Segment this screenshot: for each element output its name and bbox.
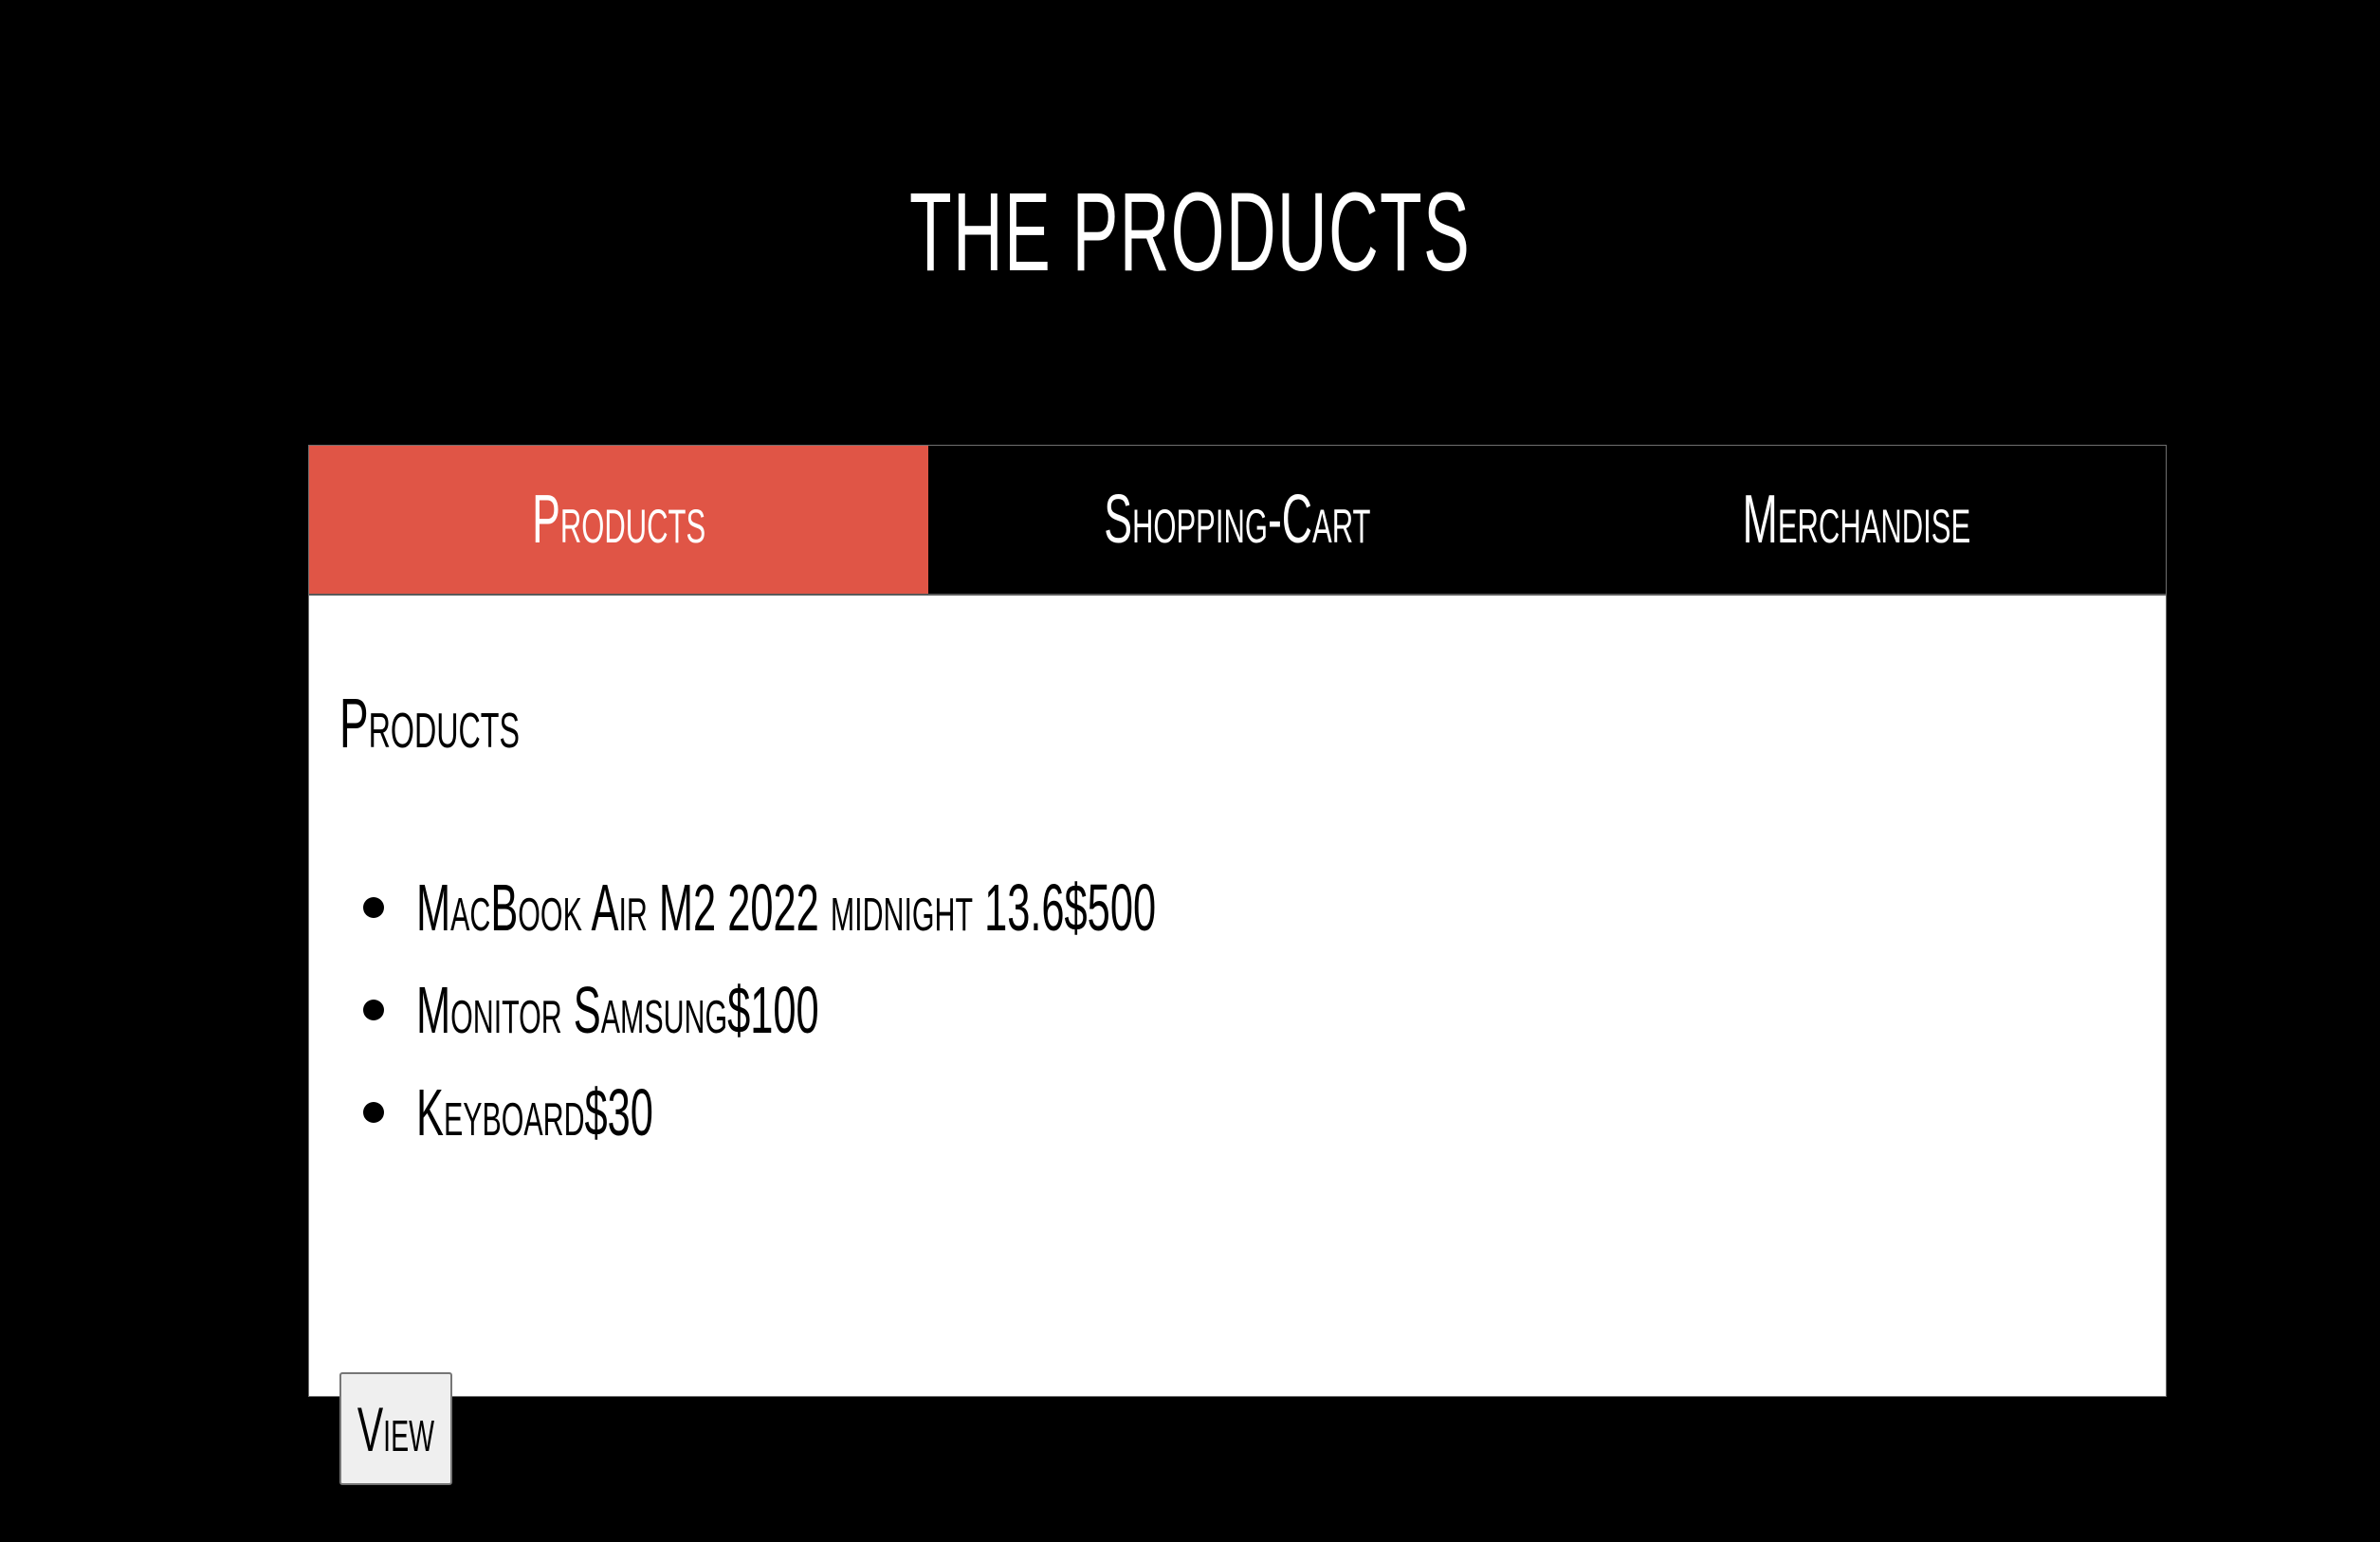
section-heading: Products — [339, 684, 521, 762]
tab-panel: Products Shopping-Cart Merchandise Produ… — [308, 445, 2167, 1485]
bullet-icon — [363, 897, 384, 918]
tab-products[interactable]: Products — [309, 446, 928, 594]
page-title: THE PRODUCTS — [908, 170, 1472, 295]
tab-merchandise[interactable]: Merchandise — [1547, 446, 2167, 594]
page: THE PRODUCTS Products Shopping-Cart Merc… — [0, 0, 2380, 1542]
product-item-text: Monitor Samsung$100 — [416, 973, 819, 1047]
view-button-label: View — [357, 1393, 435, 1464]
product-item-text: Keyboard$30 — [416, 1075, 653, 1149]
tab-products-label: Products — [531, 482, 705, 558]
bullet-icon — [363, 1102, 384, 1123]
view-button[interactable]: View — [339, 1372, 452, 1485]
product-item-text: MacBook Air M2 2022 midnight 13.6$500 — [416, 871, 1157, 945]
tab-shopping-cart[interactable]: Shopping-Cart — [927, 446, 1547, 594]
bullet-icon — [363, 1000, 384, 1020]
tab-shopping-cart-label: Shopping-Cart — [1104, 482, 1371, 558]
tab-merchandise-label: Merchandise — [1742, 482, 1970, 558]
tab-bar: Products Shopping-Cart Merchandise — [309, 446, 2167, 596]
